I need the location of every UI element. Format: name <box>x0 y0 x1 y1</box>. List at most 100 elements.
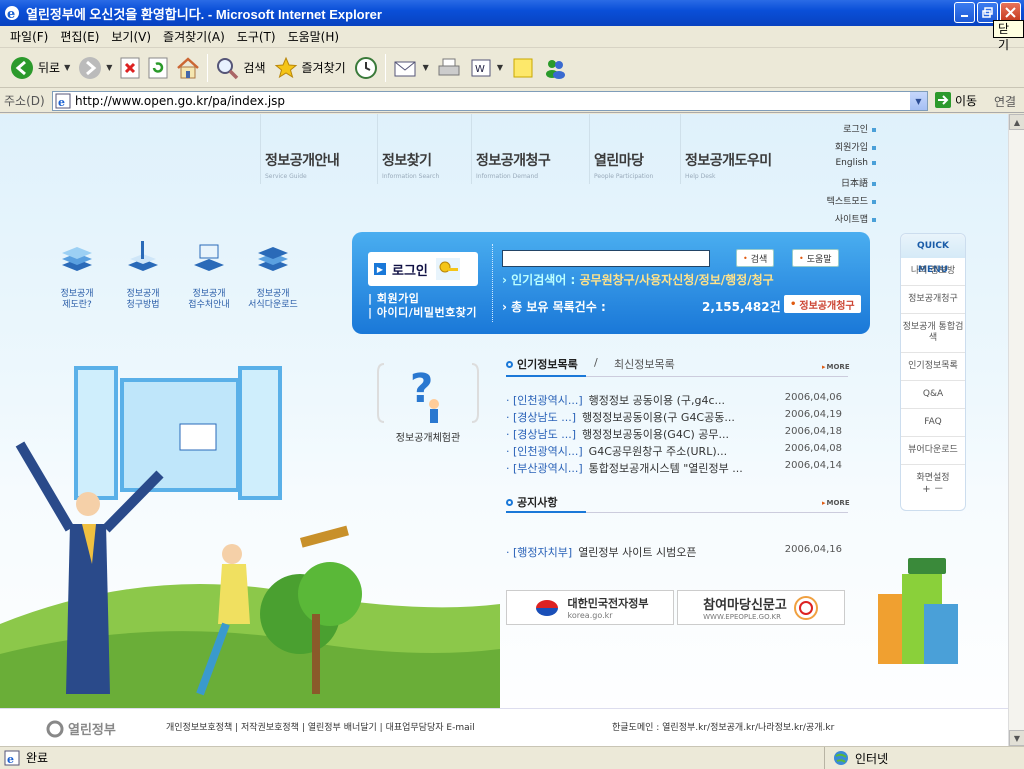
util-join-link[interactable]: 회원가입 <box>835 140 876 153</box>
menu-help[interactable]: 도움말(H) <box>282 27 346 47</box>
tab-popular[interactable]: 인기정보목록 <box>506 356 578 372</box>
star-icon <box>274 56 297 78</box>
search-button[interactable]: 검색 <box>211 51 269 85</box>
menu-favorites[interactable]: 즐겨찾기(A) <box>157 27 231 47</box>
close-icon <box>1005 7 1016 18</box>
tab-recent[interactable]: 최신정보목록 <box>614 356 675 372</box>
svg-text:e: e <box>7 7 15 21</box>
guide-label-2: 청구방법 <box>126 300 160 310</box>
go-arrow-icon <box>935 92 951 108</box>
gnb-participation[interactable]: 열린마당 People Participation <box>589 114 653 184</box>
edit-button[interactable]: W ▼ <box>465 51 507 85</box>
search-submit-button[interactable]: 검색 <box>736 249 775 267</box>
guide-reception[interactable]: 정보공개 접수처안내 <box>178 239 240 311</box>
address-input[interactable]: e http://www.open.go.kr/pa/index.jsp ▼ <box>52 91 928 111</box>
quick-integrated-search[interactable]: 정보공개 통합검색 <box>901 314 965 353</box>
mail-button[interactable]: ▼ <box>389 51 433 85</box>
back-button[interactable]: 뒤로 ▼ <box>6 51 74 85</box>
egov-banner[interactable]: 대한민국전자정부 korea.go.kr <box>506 590 674 625</box>
favorites-button[interactable]: 즐겨찾기 <box>270 51 350 85</box>
address-label: 주소(D) <box>4 94 45 108</box>
menu-tools[interactable]: 도구(T) <box>231 27 282 47</box>
quick-viewer-download[interactable]: 뷰어다운로드 <box>901 437 965 465</box>
popular-row[interactable]: · [부산광역시...] 통합정보공개시스템 "열린정부 ... 2006,04,1… <box>506 460 842 476</box>
guide-label-2: 서식다운로드 <box>248 300 298 310</box>
popular-value[interactable]: 공무원창구/사용자신청/정보/행정/청구 <box>580 273 774 287</box>
gnb-sublabel: Information Search <box>382 173 440 180</box>
home-button[interactable] <box>172 51 204 85</box>
menu-file[interactable]: 파일(F) <box>4 27 54 47</box>
util-sitemap-link[interactable]: 사이트맵 <box>835 212 876 225</box>
util-japanese-link[interactable]: 日本語 <box>841 176 876 189</box>
messenger-button[interactable] <box>539 51 571 85</box>
print-button[interactable] <box>433 51 465 85</box>
row-subject: 행정정보 공동이용 (구,g4c... <box>588 394 726 407</box>
go-button[interactable]: 이동 <box>934 91 977 109</box>
gnb-sublabel: Information Demand <box>476 173 539 180</box>
find-account-link[interactable]: | 아이디/비밀번호찾기 <box>368 304 477 320</box>
gnb-sublabel: Help Desk <box>685 173 716 180</box>
guide-forms[interactable]: 정보공개 서식다운로드 <box>242 239 304 311</box>
gnb-label: 정보찾기 <box>382 153 432 169</box>
util-english-link[interactable]: English <box>836 158 877 168</box>
forward-dropdown-icon[interactable]: ▼ <box>106 63 112 72</box>
guide-system[interactable]: 정보공개 제도란? <box>46 239 108 311</box>
svg-text:W: W <box>475 64 485 75</box>
scroll-down-icon[interactable]: ▼ <box>1009 730 1024 746</box>
guide-method[interactable]: 정보공개 청구방법 <box>112 239 174 311</box>
quick-request[interactable]: 정보공개청구 <box>901 286 965 314</box>
mail-icon <box>394 61 416 76</box>
notice-more-link[interactable]: MORE <box>822 499 850 507</box>
zoom-out-button[interactable]: － <box>934 484 944 495</box>
help-button[interactable]: 도움말 <box>792 249 839 267</box>
notice-title[interactable]: 공지사항 <box>506 494 557 510</box>
quick-menu-title: QUICK MENU <box>901 234 965 275</box>
history-icon <box>354 56 377 79</box>
gnb-demand[interactable]: 정보공개청구 Information Demand <box>471 114 551 184</box>
quick-qna[interactable]: Q&A <box>901 381 965 409</box>
footer-logo-text: 열린정부 <box>68 723 116 738</box>
address-dropdown-icon[interactable]: ▼ <box>910 92 927 110</box>
gnb-guide[interactable]: 정보공개안내 Service Guide <box>260 114 340 184</box>
stop-button[interactable] <box>116 51 144 85</box>
refresh-button[interactable] <box>144 51 172 85</box>
vertical-scrollbar[interactable]: ▲ ▼ <box>1008 114 1024 746</box>
request-button[interactable]: 정보공개청구 <box>784 295 861 313</box>
popular-row[interactable]: · [인천광역시...] G4C공무원창구 주소(URL)... 2006,04,0… <box>506 443 842 459</box>
standard-toolbar: 뒤로 ▼ ▼ 검색 즐겨찾기 ▼ W ▼ <box>0 48 1024 88</box>
mail-dropdown-icon[interactable]: ▼ <box>423 63 429 72</box>
back-dropdown-icon[interactable]: ▼ <box>64 63 70 72</box>
guide-label-2: 접수처안내 <box>188 300 230 310</box>
bullet-icon <box>506 498 513 506</box>
util-login-link[interactable]: 로그인 <box>843 122 876 135</box>
popular-row[interactable]: · [인천광역시...] 행정정보 공동이용 (구,g4c... 2006,04,0… <box>506 392 842 408</box>
footer-links[interactable]: 개인정보보호정책 | 저작권보호정책 | 열린정부 배너달기 | 대표업무담당자… <box>166 720 475 733</box>
edit-dropdown-icon[interactable]: ▼ <box>497 63 503 72</box>
menu-edit[interactable]: 편집(E) <box>54 27 105 47</box>
gnb-helpdesk[interactable]: 정보공개도우미 Help Desk <box>680 114 772 184</box>
zoom-in-button[interactable]: + <box>922 484 930 495</box>
popular-row[interactable]: · [경상남도 ...] 행정정보공동이용(G4C) 공무... 2006,04,1… <box>506 426 842 442</box>
popular-more-link[interactable]: MORE <box>822 363 850 371</box>
minimize-button[interactable] <box>954 2 975 23</box>
scroll-up-icon[interactable]: ▲ <box>1009 114 1024 130</box>
popular-row[interactable]: · [경상남도 ...] 행정정보공동이용(구 G4C공동... 2006,04,1… <box>506 409 842 425</box>
search-input[interactable] <box>502 250 710 267</box>
notice-label: 공지사항 <box>517 496 558 509</box>
gnb-search[interactable]: 정보찾기 Information Search <box>377 114 439 184</box>
egov-sub: korea.go.kr <box>567 611 613 620</box>
links-toolbar[interactable]: 연결 <box>994 93 1016 110</box>
status-bar: e 완료 인터넷 <box>0 746 1024 769</box>
quick-popular-list[interactable]: 인기정보목록 <box>901 353 965 381</box>
discuss-button[interactable] <box>507 51 539 85</box>
menu-view[interactable]: 보기(V) <box>105 27 157 47</box>
login-button[interactable]: ▶ 로그인 <box>368 252 478 286</box>
quick-faq[interactable]: FAQ <box>901 409 965 437</box>
history-button[interactable] <box>350 51 382 85</box>
util-textmode-link[interactable]: 텍스트모드 <box>827 194 876 207</box>
window-titlebar[interactable]: e 열린정부에 오신것을 환영합니다. - Microsoft Internet… <box>0 0 1024 26</box>
notice-row[interactable]: · [행정자치부] 열린정부 사이트 시범오픈 2006,04,16 <box>506 544 842 560</box>
search-icon <box>217 57 239 79</box>
epeople-banner[interactable]: 참여마당신문고 WWW.EPEOPLE.GO.KR <box>677 590 845 625</box>
forward-button[interactable]: ▼ <box>74 51 116 85</box>
